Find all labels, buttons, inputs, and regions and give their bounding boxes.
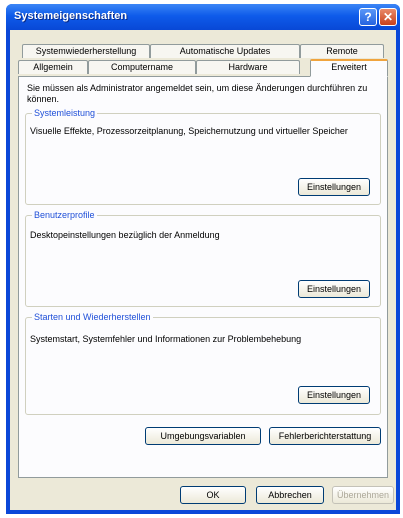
- group-performance: Systemleistung Visuelle Effekte, Prozess…: [25, 108, 381, 205]
- tab-computer-name[interactable]: Computername: [88, 60, 196, 74]
- button-label: Einstellungen: [306, 182, 362, 192]
- advanced-tab-panel: Sie müssen als Administrator angemeldet …: [18, 76, 388, 478]
- help-button[interactable]: ?: [359, 8, 377, 26]
- group-title: Systemleistung: [32, 108, 98, 118]
- admin-notice: Sie müssen als Administrator angemeldet …: [27, 83, 368, 104]
- tab-hardware[interactable]: Hardware: [196, 60, 300, 74]
- ok-button[interactable]: OK: [180, 486, 246, 504]
- tab-label: Computername: [110, 62, 174, 72]
- tab-label: Erweitert: [331, 62, 367, 72]
- button-label: Abbrechen: [268, 490, 312, 500]
- button-label: Übernehmen: [336, 490, 390, 500]
- system-properties-window: Systemeigenschaften ? ✕ Systemwiederhers…: [6, 4, 400, 514]
- apply-button: Übernehmen: [332, 486, 394, 504]
- cancel-button[interactable]: Abbrechen: [256, 486, 324, 504]
- tab-advanced[interactable]: Erweitert: [310, 59, 388, 77]
- error-reporting-button[interactable]: Fehlerberichterstattung: [269, 427, 381, 445]
- user-profiles-settings-button[interactable]: Einstellungen: [298, 280, 370, 298]
- button-label: Einstellungen: [306, 390, 362, 400]
- performance-settings-button[interactable]: Einstellungen: [298, 178, 370, 196]
- environment-variables-button[interactable]: Umgebungsvariablen: [145, 427, 261, 445]
- tab-label: Systemwiederherstellung: [35, 46, 137, 56]
- group-title: Starten und Wiederherstellen: [32, 312, 153, 322]
- startup-recovery-settings-button[interactable]: Einstellungen: [298, 386, 370, 404]
- tab-system-restore[interactable]: Systemwiederherstellung: [22, 44, 150, 58]
- group-title: Benutzerprofile: [32, 210, 97, 220]
- close-icon: ✕: [382, 10, 394, 24]
- question-icon: ?: [364, 10, 372, 24]
- group-description: Visuelle Effekte, Prozessorzeitplanung, …: [30, 126, 348, 136]
- close-button[interactable]: ✕: [379, 8, 397, 26]
- button-label: OK: [206, 490, 220, 500]
- tab-label: Automatische Updates: [179, 46, 271, 56]
- group-startup-recovery: Starten und Wiederherstellen Systemstart…: [25, 312, 381, 415]
- group-user-profiles: Benutzerprofile Desktopeinstellungen bez…: [25, 210, 381, 307]
- tab-label: Hardware: [228, 62, 268, 72]
- tab-label: Allgemein: [33, 62, 73, 72]
- tab-automatic-updates[interactable]: Automatische Updates: [150, 44, 300, 58]
- button-label: Umgebungsvariablen: [160, 431, 246, 441]
- group-description: Systemstart, Systemfehler und Informatio…: [30, 334, 302, 344]
- tab-remote[interactable]: Remote: [300, 44, 384, 58]
- window-title: Systemeigenschaften: [14, 10, 128, 22]
- group-description: Desktopeinstellungen bezüglich der Anmel…: [30, 230, 220, 240]
- tab-label: Remote: [326, 46, 358, 56]
- tab-general[interactable]: Allgemein: [18, 60, 88, 74]
- button-label: Einstellungen: [306, 284, 362, 294]
- button-label: Fehlerberichterstattung: [278, 431, 372, 441]
- title-bar[interactable]: Systemeigenschaften ? ✕: [6, 4, 400, 30]
- dialog-client-area: Systemwiederherstellung Automatische Upd…: [10, 30, 396, 510]
